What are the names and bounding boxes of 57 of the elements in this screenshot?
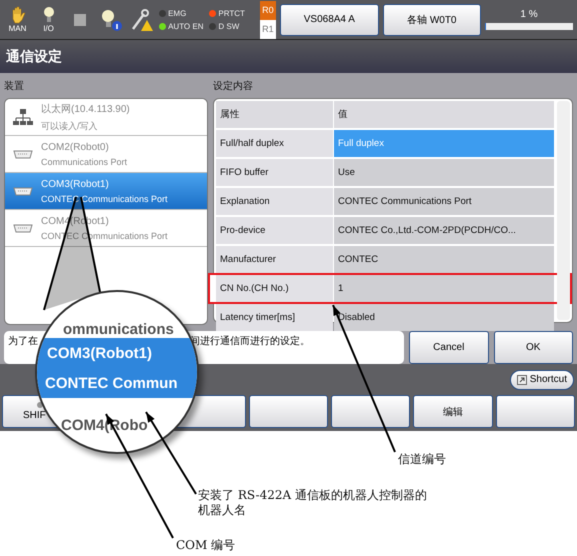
- scrollbar[interactable]: [557, 101, 570, 320]
- section-label: 装置: [4, 80, 25, 94]
- property-cell: CN No.(CH No.): [216, 275, 333, 302]
- value-cell[interactable]: CONTEC Communications Port: [334, 188, 554, 215]
- function-key[interactable]: [331, 395, 410, 428]
- annotation-text: 安装了 RS-422A 通信板的机器人控制器的机器人名: [198, 488, 428, 518]
- status-label: EMG: [168, 8, 186, 18]
- message-text: 为了在: [8, 334, 38, 349]
- property-cell: Explanation: [216, 188, 333, 215]
- column-header: 值: [334, 101, 554, 128]
- stop-icon: [74, 14, 86, 26]
- serial-port-icon: [13, 150, 33, 158]
- function-key[interactable]: [496, 395, 575, 428]
- value-cell[interactable]: CONTEC Co.,Ltd.-COM-2PD(PCDH/CO...: [334, 217, 554, 244]
- function-key[interactable]: [248, 395, 328, 428]
- device-detail: CONTEC Communications Port: [41, 194, 168, 204]
- property-cell: Pro-device: [216, 217, 333, 244]
- device-name: COM3(Robot1): [41, 178, 110, 190]
- property-cell: Manufacturer: [216, 246, 333, 273]
- device-name: 以太网(10.4.113.90): [41, 102, 130, 116]
- annotation-text: COM 编号: [176, 538, 236, 553]
- device-detail: Communications Port: [41, 156, 128, 166]
- dialog-button[interactable]: OK: [494, 331, 573, 364]
- device-name: COM2(Robot0): [41, 142, 110, 152]
- shortcut-button[interactable]: Shortcut: [510, 370, 574, 390]
- window-title: 通信设定: [6, 48, 62, 66]
- speed-reading: 1 %: [520, 9, 538, 20]
- value-cell[interactable]: Use: [334, 159, 554, 186]
- section-label: 设定内容: [213, 80, 254, 94]
- status-label: D SW: [218, 22, 240, 30]
- device-item[interactable]: 以太网(10.4.113.90) 可以读入/写入: [5, 99, 207, 136]
- status-button[interactable]: 各轴 W0T0: [382, 4, 482, 36]
- serial-port-icon: [13, 186, 33, 196]
- network-icon: [13, 108, 33, 126]
- column-header: 属性: [216, 101, 333, 128]
- shortcut-icon: [516, 374, 527, 384]
- annotation-text: 信道编号: [398, 452, 446, 467]
- dialog-button[interactable]: Cancel: [409, 331, 488, 364]
- value-cell[interactable]: CONTEC: [334, 246, 554, 273]
- status-button[interactable]: VS068A4 A: [280, 4, 379, 36]
- indicator-label: I/O: [43, 24, 54, 33]
- device-detail: 可以读入/写入: [41, 120, 99, 132]
- device-item[interactable]: COM3(Robot1) CONTEC Communications Port: [5, 173, 207, 210]
- magnified-text: CONTEC Commun: [37, 368, 197, 398]
- status-label: PRTCT: [218, 8, 245, 18]
- magnified-text: ommunications: [62, 320, 175, 338]
- property-cell: Latency timer[ms]: [216, 304, 333, 331]
- robot-tab[interactable]: R1: [260, 20, 276, 38]
- value-cell[interactable]: 1: [334, 275, 554, 302]
- indicator-label: MAN: [8, 24, 26, 33]
- hand-icon: [10, 6, 26, 24]
- function-key[interactable]: 编辑: [413, 395, 493, 428]
- status-label: AUTO EN: [168, 22, 204, 30]
- property-cell: FIFO buffer: [216, 159, 333, 186]
- property-cell: Full/half duplex: [216, 130, 333, 157]
- light-bulb-icon: [42, 6, 55, 24]
- wrench-warning-icon: [130, 8, 154, 32]
